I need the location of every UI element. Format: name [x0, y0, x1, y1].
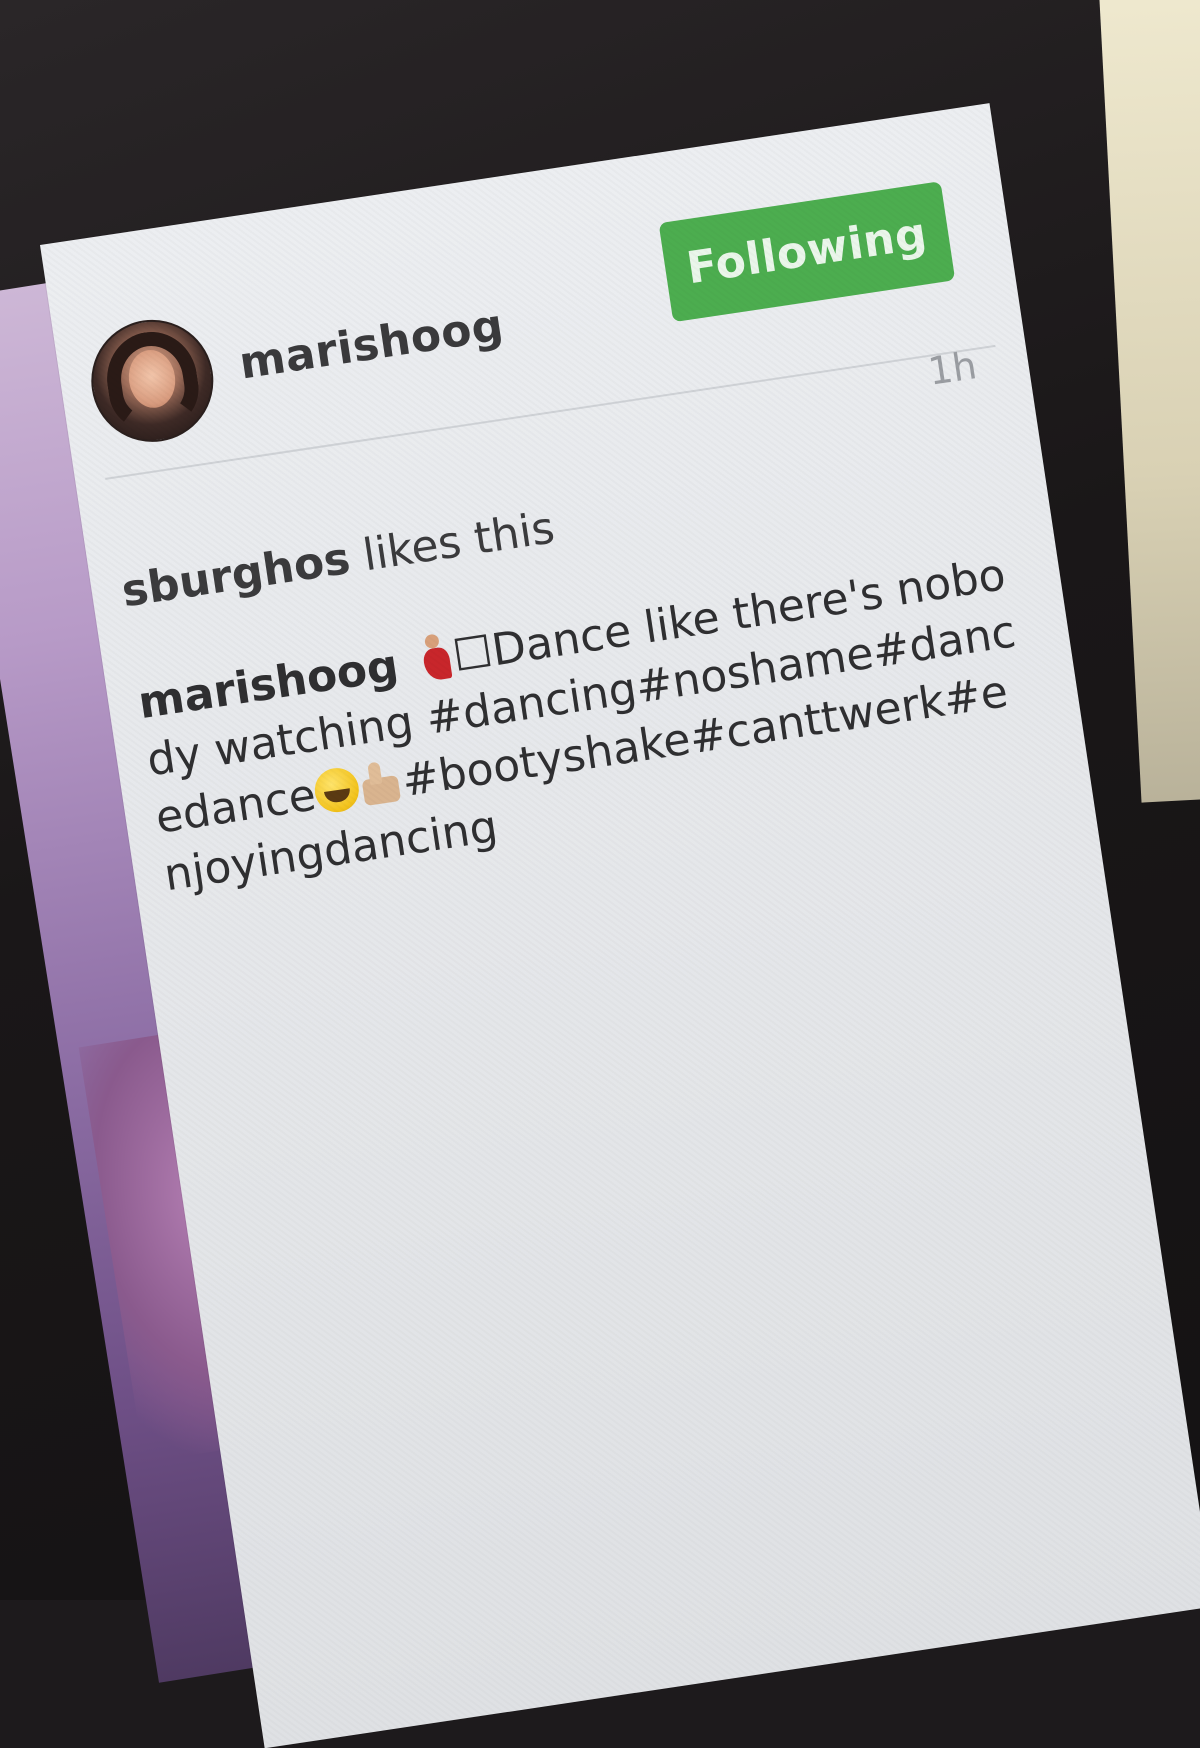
- author-username[interactable]: marishoog: [236, 300, 507, 390]
- likes-line: sburghos likes this: [118, 502, 557, 617]
- post-caption: marishoog ☐Dance like there's nobody watc…: [135, 546, 1040, 906]
- avatar[interactable]: [82, 311, 222, 451]
- grinning-face-icon: [311, 765, 362, 816]
- thumbs-up-icon: [355, 759, 405, 809]
- post-timestamp: 1h: [925, 343, 980, 394]
- liker-username[interactable]: sburghos: [118, 533, 353, 617]
- likes-suffix: likes this: [345, 502, 558, 584]
- dancer-icon: [416, 632, 456, 683]
- following-button[interactable]: Following: [658, 181, 956, 323]
